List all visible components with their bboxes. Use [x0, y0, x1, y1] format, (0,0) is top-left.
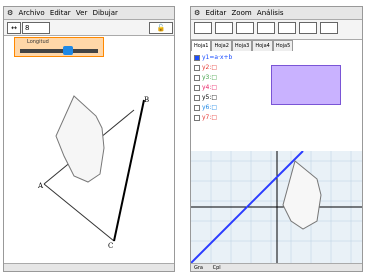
point-a-label: A — [38, 182, 44, 190]
checkbox[interactable] — [194, 64, 200, 71]
function-row-y1[interactable]: y1=a·x+b — [194, 53, 232, 63]
gear-icon[interactable]: ⚙ — [7, 7, 13, 20]
function-label: y3:□ — [202, 74, 218, 81]
parameter-slider-popup[interactable] — [271, 65, 341, 105]
value-field[interactable]: 8 — [22, 22, 50, 34]
gear-icon[interactable]: ⚙ — [194, 7, 200, 20]
function-label: y4:□ — [202, 84, 218, 91]
sheet-tabs: Hoja1 Hoja2 Hoja3 Hoja4 Hoja5 — [191, 40, 362, 51]
tab-hoja1[interactable]: Hoja1 — [191, 40, 212, 51]
geometry-canvas[interactable]: A B C — [4, 36, 174, 263]
right-calculator-screen: ⚙ Editar Zoom Análisis Hoja1 Hoja2 Hoja3 Ho… — [190, 6, 363, 272]
measure-button[interactable]: ↔ — [7, 22, 21, 34]
menu-dibujar[interactable]: Dibujar — [93, 7, 118, 20]
menu-editar[interactable]: Editar — [50, 7, 71, 20]
function-row-y7[interactable]: y7:□ — [194, 113, 217, 123]
function-row-y5[interactable]: y5:□ — [194, 93, 217, 103]
tool-button-2[interactable] — [215, 22, 233, 34]
tab-hoja3[interactable]: Hoja3 — [231, 40, 253, 51]
tab-hoja5[interactable]: Hoja5 — [272, 40, 294, 51]
checkbox[interactable] — [194, 94, 200, 101]
tool-button-5[interactable] — [278, 22, 296, 34]
function-row-y6[interactable]: y6:□ — [194, 103, 217, 113]
lock-icon[interactable]: 🔓 — [149, 22, 173, 34]
slider-track[interactable] — [20, 49, 98, 53]
menu-editar[interactable]: Editar — [206, 7, 227, 20]
status-gra: Gra — [194, 265, 203, 271]
tool-button-7[interactable] — [320, 22, 338, 34]
function-row-y4[interactable]: y4:□ — [194, 83, 217, 93]
segment-ac — [43, 183, 115, 242]
tab-hoja2[interactable]: Hoja2 — [211, 40, 232, 51]
slider-title: Longitud — [27, 39, 49, 45]
checkbox[interactable] — [194, 84, 200, 91]
tool-button-6[interactable] — [299, 22, 317, 34]
point-b-label: B — [144, 96, 150, 104]
slider-knob[interactable] — [63, 46, 73, 55]
left-calculator-screen: ⚙ Archivo Editar Ver Dibujar ↔ 8 🔓 A B C… — [3, 6, 175, 272]
function-label: y5:□ — [202, 94, 218, 101]
function-label: y2:□ — [202, 64, 218, 71]
menu-bar: ⚙ Editar Zoom Análisis — [191, 7, 362, 20]
toolbar: ↔ 8 🔓 — [4, 20, 174, 36]
hand-pointer-icon — [282, 160, 322, 230]
function-row-y3[interactable]: y3:□ — [194, 73, 217, 83]
checkbox[interactable] — [194, 114, 200, 121]
menu-archivo[interactable]: Archivo — [19, 7, 45, 20]
menu-zoom[interactable]: Zoom — [231, 7, 251, 20]
menu-bar: ⚙ Archivo Editar Ver Dibujar — [4, 7, 174, 20]
menu-ver[interactable]: Ver — [76, 7, 87, 20]
point-c-label: C — [108, 242, 114, 250]
checkbox[interactable] — [194, 74, 200, 81]
graph-area[interactable] — [191, 150, 362, 264]
toolbar — [191, 20, 362, 40]
graph-canvas — [191, 150, 362, 264]
function-label: y7:□ — [202, 114, 218, 121]
function-label: y1=a·x+b — [202, 54, 233, 61]
function-row-y2[interactable]: y2:□ — [194, 63, 217, 73]
hand-pointer-icon — [55, 95, 105, 183]
status-cpl: Cpl — [212, 265, 221, 271]
geometry-drawing — [43, 95, 145, 242]
length-slider-popup[interactable]: Longitud — [14, 37, 104, 57]
tool-button-4[interactable] — [257, 22, 275, 34]
tool-button-3[interactable] — [236, 22, 254, 34]
status-bar: Gra Cpl — [191, 263, 362, 271]
checkbox[interactable] — [194, 54, 200, 61]
checkbox[interactable] — [194, 104, 200, 111]
function-label: y6:□ — [202, 104, 218, 111]
status-bar — [4, 263, 174, 271]
tab-hoja4[interactable]: Hoja4 — [252, 40, 273, 51]
menu-analisis[interactable]: Análisis — [257, 7, 284, 20]
segment-bc[interactable] — [113, 99, 145, 242]
tool-button-1[interactable] — [194, 22, 212, 34]
